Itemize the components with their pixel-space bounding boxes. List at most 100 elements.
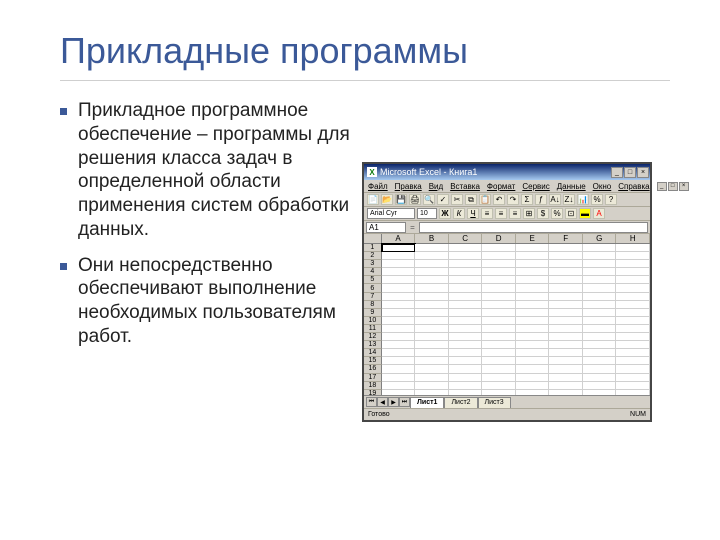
tab-nav-prev-icon[interactable]: ◀	[377, 397, 388, 407]
row-header[interactable]: 14	[364, 349, 382, 357]
row-header[interactable]: 4	[364, 268, 382, 276]
row-header[interactable]: 5	[364, 276, 382, 284]
cell[interactable]	[549, 244, 583, 252]
cell[interactable]	[516, 268, 550, 276]
menu-edit[interactable]: Правка	[395, 182, 422, 191]
close-button[interactable]: ×	[637, 167, 649, 178]
cell[interactable]	[482, 317, 516, 325]
cell[interactable]	[516, 284, 550, 292]
cell[interactable]	[449, 374, 483, 382]
cell[interactable]	[616, 252, 650, 260]
cell[interactable]	[549, 357, 583, 365]
cell[interactable]	[449, 284, 483, 292]
spell-icon[interactable]: ✓	[437, 194, 449, 205]
cell[interactable]	[382, 260, 416, 268]
cell[interactable]	[549, 293, 583, 301]
cell[interactable]	[449, 365, 483, 373]
sheet-tab[interactable]: Лист1	[410, 397, 444, 408]
cell[interactable]	[516, 333, 550, 341]
row-header[interactable]: 1	[364, 244, 382, 252]
cell[interactable]	[482, 374, 516, 382]
menu-help[interactable]: Справка	[618, 182, 649, 191]
cell[interactable]	[449, 309, 483, 317]
row-header[interactable]: 6	[364, 284, 382, 292]
cell[interactable]	[482, 301, 516, 309]
font-color-icon[interactable]: A	[593, 208, 605, 219]
sheet-tab[interactable]: Лист2	[444, 397, 477, 408]
cell[interactable]	[449, 244, 483, 252]
cell[interactable]	[583, 252, 617, 260]
sort-desc-icon[interactable]: Z↓	[563, 194, 575, 205]
bold-icon[interactable]: Ж	[439, 208, 451, 219]
cut-icon[interactable]: ✂	[451, 194, 463, 205]
paste-icon[interactable]: 📋	[479, 194, 491, 205]
cell[interactable]	[516, 252, 550, 260]
cell[interactable]	[616, 244, 650, 252]
cell[interactable]	[549, 390, 583, 395]
cell[interactable]	[382, 390, 416, 395]
cell[interactable]	[415, 309, 449, 317]
cell[interactable]	[482, 276, 516, 284]
cell[interactable]	[415, 293, 449, 301]
percent-icon[interactable]: %	[551, 208, 563, 219]
cell[interactable]	[482, 244, 516, 252]
cell[interactable]	[516, 365, 550, 373]
cell[interactable]	[482, 333, 516, 341]
cell[interactable]	[382, 349, 416, 357]
cell[interactable]	[516, 244, 550, 252]
cell[interactable]	[415, 252, 449, 260]
cell[interactable]	[516, 260, 550, 268]
cell[interactable]	[616, 268, 650, 276]
cell[interactable]	[482, 284, 516, 292]
mdi-minimize-button[interactable]: _	[657, 182, 667, 191]
cell[interactable]	[382, 357, 416, 365]
cell[interactable]	[415, 260, 449, 268]
cell[interactable]	[616, 341, 650, 349]
row-header[interactable]: 13	[364, 341, 382, 349]
cell[interactable]	[583, 365, 617, 373]
chart-icon[interactable]: 📊	[577, 194, 589, 205]
cell[interactable]	[482, 341, 516, 349]
cell[interactable]	[583, 309, 617, 317]
tab-nav-first-icon[interactable]: ⏮	[366, 397, 377, 407]
cell[interactable]	[583, 382, 617, 390]
cell[interactable]	[415, 301, 449, 309]
col-header[interactable]: C	[449, 234, 483, 243]
row-header[interactable]: 11	[364, 325, 382, 333]
cell[interactable]	[583, 260, 617, 268]
tab-nav-next-icon[interactable]: ▶	[388, 397, 399, 407]
cell[interactable]	[549, 333, 583, 341]
cell[interactable]	[382, 276, 416, 284]
sum-icon[interactable]: Σ	[521, 194, 533, 205]
cell[interactable]	[382, 374, 416, 382]
cell[interactable]	[549, 301, 583, 309]
cell[interactable]	[449, 325, 483, 333]
cell[interactable]	[516, 309, 550, 317]
mdi-close-button[interactable]: ×	[679, 182, 689, 191]
cell[interactable]	[616, 390, 650, 395]
cell[interactable]	[449, 301, 483, 309]
cell[interactable]	[449, 341, 483, 349]
cell[interactable]	[482, 252, 516, 260]
cell[interactable]	[583, 244, 617, 252]
menu-tools[interactable]: Сервис	[522, 182, 549, 191]
italic-icon[interactable]: К	[453, 208, 465, 219]
zoom-icon[interactable]: %	[591, 194, 603, 205]
cell[interactable]	[616, 317, 650, 325]
cell[interactable]	[583, 349, 617, 357]
cell[interactable]	[449, 268, 483, 276]
help-icon[interactable]: ?	[605, 194, 617, 205]
cell[interactable]	[415, 244, 449, 252]
cell[interactable]	[415, 268, 449, 276]
cell[interactable]	[449, 293, 483, 301]
cell[interactable]	[382, 382, 416, 390]
undo-icon[interactable]: ↶	[493, 194, 505, 205]
cell[interactable]	[482, 293, 516, 301]
align-right-icon[interactable]: ≡	[509, 208, 521, 219]
cell[interactable]	[583, 357, 617, 365]
col-header[interactable]: F	[549, 234, 583, 243]
font-selector[interactable]: Arial Cyr	[367, 208, 415, 219]
underline-icon[interactable]: Ч	[467, 208, 479, 219]
cell[interactable]	[583, 341, 617, 349]
cell[interactable]	[382, 317, 416, 325]
